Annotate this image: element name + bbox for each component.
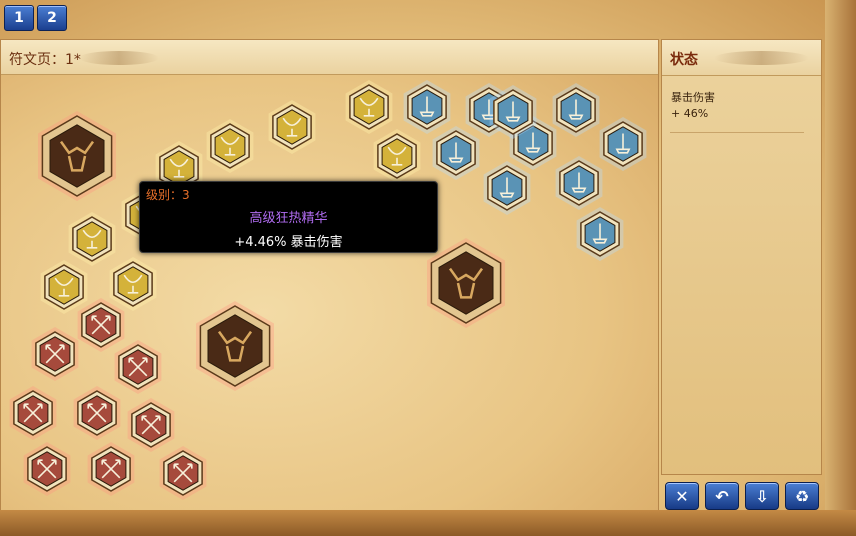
ornament-swirl xyxy=(79,51,159,65)
tooltip-rune-effect: +4.46% 暴击伤害 xyxy=(234,235,343,250)
save-icon: ⇩ xyxy=(755,486,769,506)
save-button[interactable]: ⇩ xyxy=(745,482,779,510)
tooltip-level: 级别：3 xyxy=(146,188,190,202)
red-rune-slot[interactable] xyxy=(155,445,211,501)
red-rune-slot[interactable] xyxy=(27,326,83,382)
rune-tooltip: 级别：3 高级狂热精华 +4.46% 暴击伤害 xyxy=(139,181,438,253)
gold-rune-slot[interactable] xyxy=(264,99,320,155)
divider xyxy=(670,132,804,133)
blue-rune-slot[interactable] xyxy=(479,160,535,216)
gold-rune-slot[interactable] xyxy=(369,128,425,184)
red-rune-slot[interactable] xyxy=(19,441,75,497)
blue-rune-slot[interactable] xyxy=(428,125,484,181)
gold-rune-slot[interactable] xyxy=(341,79,397,135)
clear-button[interactable]: ✕ xyxy=(665,482,699,510)
recycle-icon: ♻ xyxy=(794,486,810,506)
ornament-swirl xyxy=(714,51,809,65)
close-icon: ✕ xyxy=(675,486,689,506)
status-header: 状态 xyxy=(662,40,821,76)
board-header: 符文页：1* xyxy=(1,40,658,75)
stat-value: + 46% xyxy=(671,107,709,120)
window-border xyxy=(825,0,856,536)
stat-name: 暴击伤害 xyxy=(671,91,715,104)
rune-board: 符文页：1* xyxy=(0,39,659,536)
blue-rune-slot[interactable] xyxy=(551,155,607,211)
recycle-button[interactable]: ♻ xyxy=(785,482,819,510)
undo-icon: ↶ xyxy=(715,486,729,506)
status-title: 状态 xyxy=(670,52,698,68)
red-rune-slot[interactable] xyxy=(5,385,61,441)
red-rune-slot[interactable] xyxy=(69,385,125,441)
undo-button[interactable]: ↶ xyxy=(705,482,739,510)
page-tab-2[interactable]: 2 xyxy=(37,5,67,31)
gold-rune-slot[interactable] xyxy=(202,118,258,174)
rune-page-window: 1 2 符文页：1* 级别：3 高级狂热精华 +4.46% 暴击伤害 状态 暴击… xyxy=(0,0,856,536)
quintessence-slot[interactable] xyxy=(31,110,123,202)
page-tab-1[interactable]: 1 xyxy=(4,5,34,31)
status-panel: 状态 暴击伤害 + 46% xyxy=(661,39,822,475)
red-rune-slot[interactable] xyxy=(83,441,139,497)
quintessence-slot[interactable] xyxy=(189,300,281,392)
blue-rune-slot[interactable] xyxy=(485,84,541,140)
blue-rune-slot[interactable] xyxy=(572,206,628,262)
tooltip-rune-name: 高级狂热精华 xyxy=(249,211,328,226)
page-title: 符文页：1* xyxy=(9,52,81,68)
